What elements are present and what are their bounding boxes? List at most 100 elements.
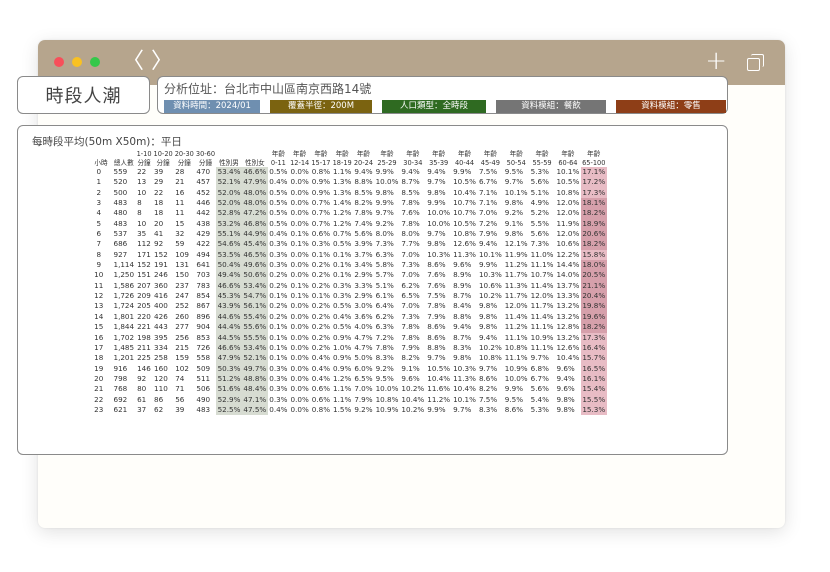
table-cell: 11.0% — [530, 249, 554, 259]
table-cell: 21 — [94, 384, 104, 394]
table-cell: 20 — [94, 373, 104, 383]
table-row: 5 483 10 20 15 438 53.2% 46.8% 0.5% 0.0% 0.7% 1.2% 7… — [90, 218, 607, 230]
table-cell: 1,702 — [113, 332, 135, 342]
table-cell: 16.4% — [580, 342, 607, 354]
table-cell: 10.2% — [401, 404, 425, 414]
table-cell: 0.1% — [269, 332, 288, 342]
table-cell: 3.7% — [354, 249, 373, 259]
table-cell: 0.0% — [290, 322, 309, 332]
table-cell: 15 — [94, 322, 104, 332]
column-header-top-19: 年齡 — [535, 150, 549, 158]
table-cell: 9.9% — [427, 404, 446, 414]
analysis-info-panel: 分析位址：台北市中山區南京西路14號 資料時間：2024/01 覆蓋半徑：200M… — [157, 76, 728, 114]
table-cell: 9.8% — [504, 229, 524, 239]
table-cell: 1,485 — [113, 342, 135, 352]
table-cell: 151 — [137, 270, 151, 280]
table-cell: 0.1% — [333, 270, 352, 280]
table-cell: 12.8% — [556, 322, 580, 332]
table-cell: 9.8% — [427, 187, 446, 197]
table-cell: 3.4% — [354, 260, 373, 270]
table-cell: 74 — [175, 373, 185, 383]
table-cell: 10.0% — [375, 384, 399, 394]
table-cell: 360 — [154, 280, 168, 290]
table-cell: 10.4% — [453, 187, 476, 197]
table-cell: 256 — [175, 332, 189, 342]
table-cell: 0.0% — [290, 208, 309, 218]
table-cell: 11.9% — [504, 249, 528, 259]
table-cell: 11 — [175, 198, 185, 208]
table-cell: 446 — [196, 198, 211, 208]
table-cell: 11.1% — [530, 342, 554, 352]
table-cell: 5.1% — [375, 280, 394, 290]
close-window-button[interactable] — [54, 57, 64, 67]
table-cell: 10.7% — [453, 198, 476, 208]
table-cell: 15.5% — [580, 394, 607, 405]
column-header-top-4: 20-30 — [174, 150, 194, 158]
table-cell: 14.4% — [556, 260, 580, 270]
table-cell: 0.7% — [333, 229, 352, 239]
table-cell: 10.8% — [478, 353, 502, 363]
table-cell: 13 — [137, 177, 147, 187]
table-row: 3 483 8 18 11 446 52.0% 48.0% 0.5% 0.0% 0.7% 1.4% 8.… — [90, 198, 607, 209]
table-cell: 198 — [137, 332, 151, 342]
table-cell: 9.4% — [354, 167, 373, 176]
table-cell: 9.2% — [375, 363, 394, 373]
table-cell: 53.4% — [216, 167, 242, 178]
table-cell: 9.1% — [401, 363, 420, 373]
table-row: 6 537 35 41 32 429 55.1% 44.9% 0.4% 0.1% 0.6% 0.7% 5… — [90, 229, 607, 240]
table-cell: 8.7% — [453, 332, 472, 342]
table-cell: 1,201 — [113, 353, 135, 363]
table-cell: 160 — [154, 363, 168, 373]
table-cell: 0.2% — [311, 280, 331, 290]
table-cell: 686 — [113, 239, 128, 249]
table-cell: 171 — [137, 249, 151, 259]
table-cell: 71 — [175, 384, 185, 394]
table-cell: 10.4% — [556, 353, 580, 363]
table-cell: 56.1% — [241, 301, 268, 312]
table-cell: 0.0% — [290, 218, 309, 228]
tabs-overview-icon[interactable] — [747, 54, 765, 72]
table-cell: 5.8% — [375, 260, 394, 270]
filter-tags: 資料時間：2024/01 覆蓋半徑：200M 人口類型：全時段 資料模組：餐飲 資料模組… — [164, 100, 726, 113]
table-cell: 3.3% — [354, 280, 373, 290]
table-cell: 16.5% — [580, 363, 607, 374]
table-cell: 457 — [196, 177, 211, 187]
table-cell: 4.0% — [354, 322, 373, 332]
table-cell: 10.0% — [375, 177, 399, 187]
table-cell: 44.6% — [216, 311, 242, 323]
table-cell: 11.7% — [504, 270, 528, 280]
table-cell: 13.2% — [556, 301, 580, 311]
table-cell: 9.9% — [427, 198, 446, 208]
table-cell: 46.6% — [241, 167, 268, 178]
table-cell: 11.6% — [427, 384, 451, 394]
new-tab-plus-icon[interactable]: + — [705, 47, 727, 75]
table-cell: 17 — [94, 342, 104, 352]
table-cell: 9.1% — [504, 218, 524, 228]
table-cell: 0.3% — [269, 363, 288, 373]
table-cell: 7.0% — [401, 301, 420, 311]
table-cell: 0.6% — [311, 394, 331, 404]
table-cell: 21 — [175, 177, 185, 187]
back-chevron-icon[interactable]: 〈 — [122, 49, 144, 75]
table-cell: 9.8% — [478, 322, 498, 332]
table-cell: 18.0% — [580, 260, 607, 271]
table-cell: 11.1% — [530, 322, 554, 332]
minimize-window-button[interactable] — [72, 57, 82, 67]
table-cell: 19.6% — [580, 311, 607, 323]
table-cell: 692 — [113, 394, 128, 404]
maximize-window-button[interactable] — [90, 57, 100, 67]
table-cell: 62 — [154, 404, 164, 414]
forward-chevron-icon[interactable]: 〉 — [151, 49, 173, 75]
table-cell: 9.7% — [478, 363, 498, 373]
table-cell: 225 — [137, 353, 151, 363]
table-cell: 7.5% — [478, 394, 498, 404]
table-cell: 13.2% — [556, 332, 580, 342]
table-cell: 0.0% — [290, 363, 309, 373]
table-cell: 18 — [154, 198, 164, 208]
table-cell: 15.3% — [580, 404, 607, 416]
table-cell: 11.2% — [427, 394, 451, 404]
table-cell: 10.8% — [375, 394, 399, 404]
table-cell: 59 — [175, 239, 185, 249]
table-cell: 92 — [137, 373, 147, 383]
table-cell: 7.3% — [401, 260, 420, 270]
